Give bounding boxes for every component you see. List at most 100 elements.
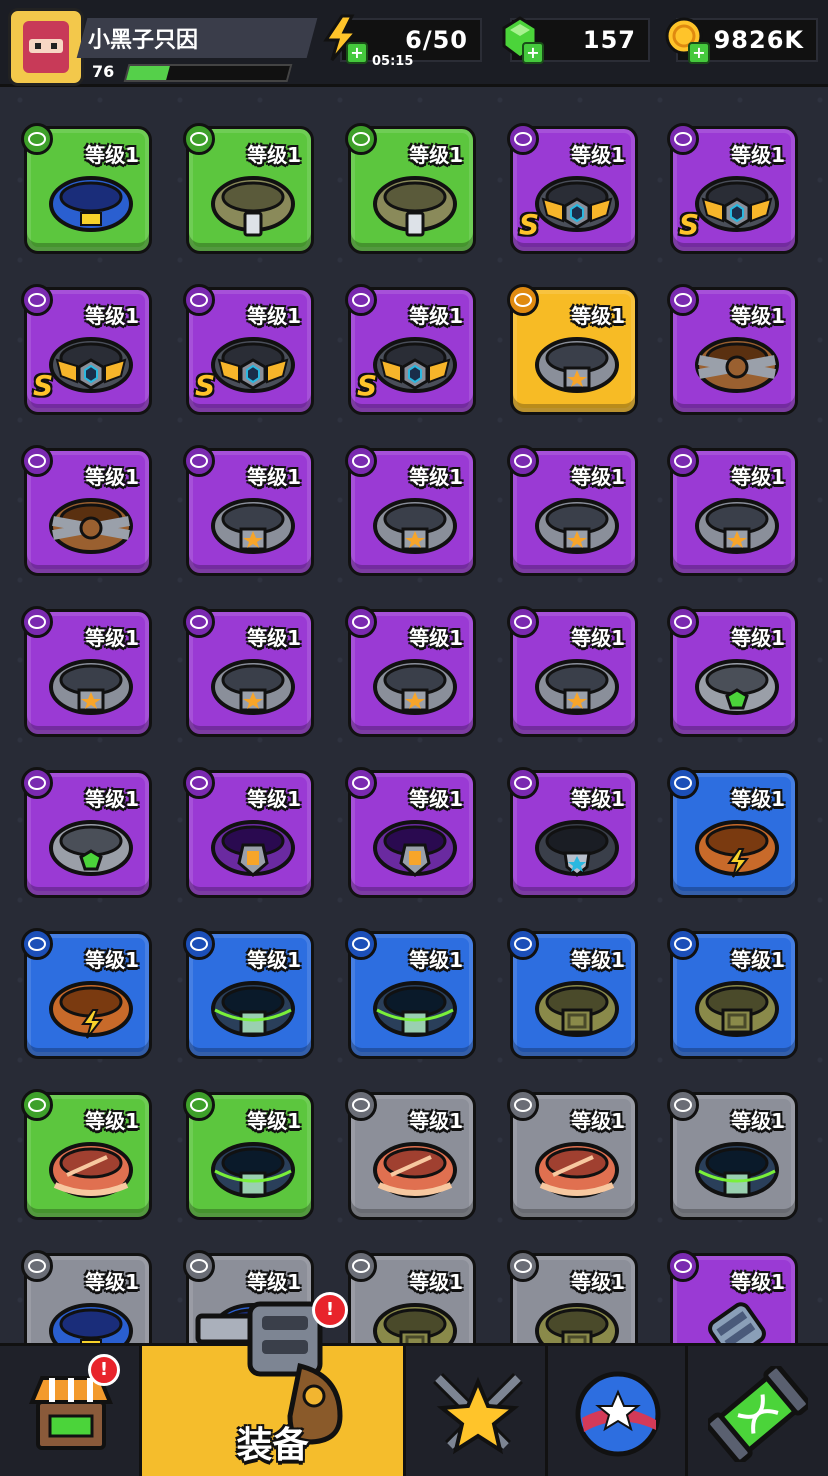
equipment-card[interactable]: 等级1 (667, 1250, 798, 1345)
equipment-card[interactable]: 等级1 S (21, 284, 152, 415)
energy-timer: 05:15 (372, 54, 414, 69)
equipment-card[interactable]: 等级1 S (667, 123, 798, 254)
equipment-card[interactable]: 等级1 (183, 445, 314, 576)
equipment-grid[interactable]: 等级1 等级1 等级1 等级1 S 等级1 S 等级1 S 等级1 S 等级1 S 等级1 等级1 等级1 等级… (0, 0, 828, 1345)
belt-slot-icon (667, 767, 699, 799)
belt-slot-icon (21, 767, 53, 799)
item-level-label: 等级1 (731, 626, 785, 650)
item-level-label: 等级1 (247, 465, 301, 489)
equipment-card[interactable]: 等级1 (667, 1089, 798, 1220)
equipment-card[interactable]: 等级1 (21, 445, 152, 576)
belt-slot-icon (507, 284, 539, 316)
equipment-card[interactable]: 等级1 (21, 928, 152, 1059)
equipment-card[interactable]: 等级1 (507, 445, 638, 576)
s-rank-icon: S (195, 369, 216, 402)
item-level-label: 等级1 (247, 787, 301, 811)
item-level-label: 等级1 (85, 1270, 139, 1294)
equipment-card[interactable]: 等级1 (667, 445, 798, 576)
equipment-card[interactable]: 等级1 (21, 606, 152, 737)
nav-tab-shop[interactable]: ! (0, 1346, 142, 1476)
nav-tab-evolution[interactable] (688, 1346, 828, 1476)
item-level-label: 等级1 (409, 626, 463, 650)
winged-belt-icon (695, 176, 779, 232)
belt-slot-icon (345, 1089, 377, 1121)
item-level-label: 等级1 (85, 626, 139, 650)
cloth-belt-icon (535, 1142, 619, 1198)
belt-slot-icon (507, 1250, 539, 1282)
equipment-card[interactable]: 等级1 (667, 767, 798, 898)
glove-slot-icon (667, 1250, 699, 1282)
nav-tab-battle[interactable] (406, 1346, 548, 1476)
equipment-card[interactable]: 等级1 (21, 1250, 152, 1345)
item-level-label: 等级1 (409, 304, 463, 328)
gauntlet-icon (708, 1302, 766, 1345)
player-avatar[interactable] (8, 8, 84, 86)
equipment-card[interactable]: 等级1 (183, 123, 314, 254)
item-level-label: 等级1 (409, 787, 463, 811)
belt-slot-icon (21, 284, 53, 316)
add-gems-button[interactable]: + (522, 42, 544, 64)
equipment-card[interactable]: 等级1 (183, 1089, 314, 1220)
equipment-card[interactable]: 等级1 (345, 1089, 476, 1220)
rope-belt-icon (695, 337, 779, 393)
equipment-card[interactable]: 等级1 (345, 1250, 476, 1345)
equipment-card[interactable]: 等级1 S (345, 284, 476, 415)
equipment-card[interactable]: 等级1 (21, 123, 152, 254)
nav-tab-equipment[interactable]: ! 装备 (142, 1292, 406, 1476)
belt-slot-icon (345, 767, 377, 799)
nav-tab-talents[interactable] (548, 1346, 688, 1476)
star-ring-icon (535, 337, 619, 393)
equipment-card[interactable]: 等级1 (345, 123, 476, 254)
item-level-label: 等级1 (409, 465, 463, 489)
s-rank-icon: S (357, 369, 378, 402)
equipment-card[interactable]: 等级1 S (507, 123, 638, 254)
belt-slot-icon (345, 606, 377, 638)
equipment-card[interactable]: 等级1 (667, 284, 798, 415)
belt-slot-icon (183, 767, 215, 799)
equipment-card[interactable]: 等级1 (183, 928, 314, 1059)
add-energy-button[interactable]: + (346, 42, 368, 64)
item-level-label: 等级1 (571, 787, 625, 811)
item-level-label: 等级1 (85, 304, 139, 328)
star-orb-icon (575, 1371, 661, 1457)
belt-slot-icon (667, 445, 699, 477)
equipment-card[interactable]: 等级1 (21, 1089, 152, 1220)
player-name: 小黑子只因 (88, 28, 199, 53)
equipment-card[interactable]: 等级1 (507, 284, 638, 415)
belt-slot-icon (667, 284, 699, 316)
equipment-card[interactable]: 等级1 (345, 928, 476, 1059)
equipment-card[interactable]: 等级1 (667, 928, 798, 1059)
item-level-label: 等级1 (409, 1109, 463, 1133)
item-level-label: 等级1 (731, 948, 785, 972)
item-level-label: 等级1 (247, 1109, 301, 1133)
xp-bar-fill (126, 66, 170, 80)
equipment-card[interactable]: 等级1 (507, 1250, 638, 1345)
bolt-collar-icon (695, 820, 779, 878)
equipment-card[interactable]: 等级1 (345, 767, 476, 898)
bolt-collar-icon (49, 981, 133, 1039)
cloth-belt-icon (373, 1142, 457, 1198)
belt-slot-icon (183, 445, 215, 477)
add-coins-button[interactable]: + (688, 42, 710, 64)
equipment-card[interactable]: 等级1 (183, 767, 314, 898)
equipment-card[interactable]: 等级1 S (183, 284, 314, 415)
equipment-card[interactable]: 等级1 (21, 767, 152, 898)
equipment-card[interactable]: 等级1 (667, 606, 798, 737)
belt-slot-icon (183, 1250, 215, 1282)
equipment-card[interactable]: 等级1 (183, 606, 314, 737)
gems-value: 157 (582, 26, 636, 54)
star-ring-icon (535, 498, 619, 554)
winged-belt-icon (49, 337, 133, 393)
equipment-card[interactable]: 等级1 (345, 445, 476, 576)
belt-slot-icon (345, 284, 377, 316)
item-level-label: 等级1 (571, 1109, 625, 1133)
belt-slot-icon (507, 767, 539, 799)
equipment-card[interactable]: 等级1 (507, 767, 638, 898)
equipment-card[interactable]: 等级1 (507, 1089, 638, 1220)
equipment-card[interactable]: 等级1 (345, 606, 476, 737)
item-level-label: 等级1 (247, 626, 301, 650)
equipment-card[interactable]: 等级1 (507, 606, 638, 737)
equipment-card[interactable]: 等级1 (507, 928, 638, 1059)
belt-slot-icon (21, 123, 53, 155)
item-level-label: 等级1 (571, 465, 625, 489)
